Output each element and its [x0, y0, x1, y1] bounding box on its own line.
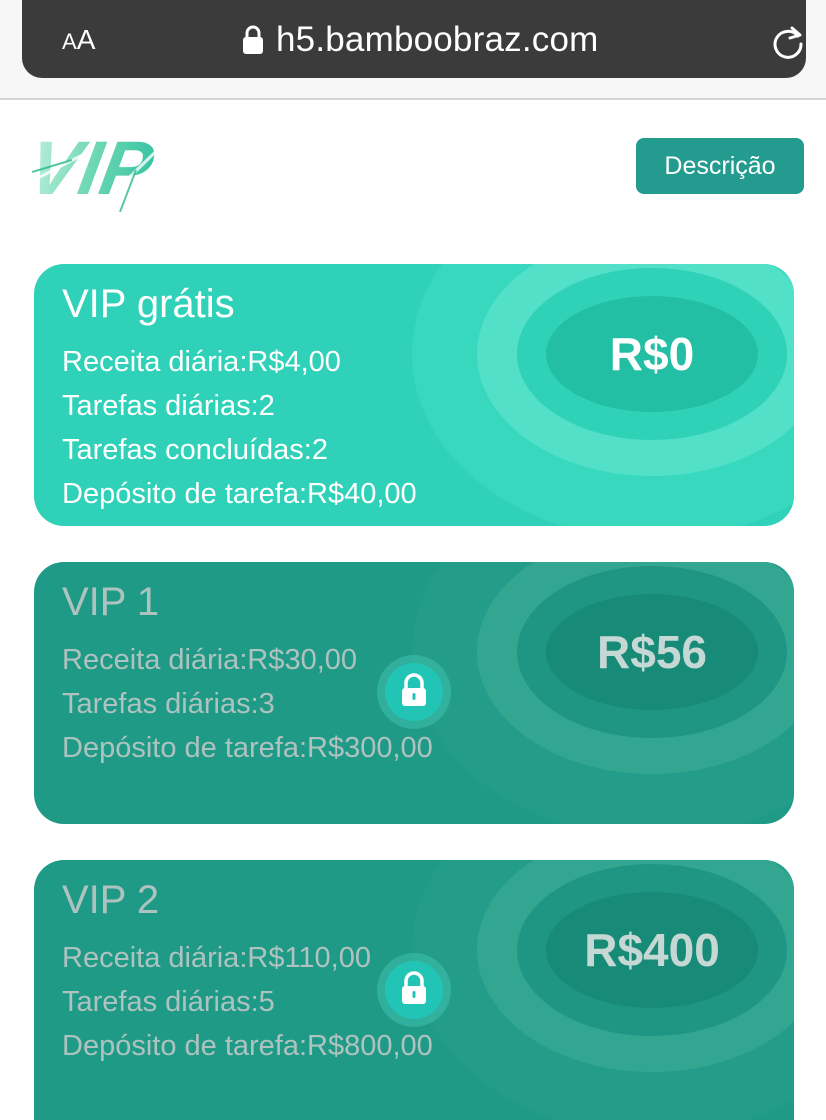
- price-oval: R$0: [546, 296, 758, 412]
- description-button[interactable]: Descrição: [636, 138, 804, 194]
- svg-text:VIP: VIP: [32, 127, 160, 211]
- url-field[interactable]: h5.bamboobraz.com: [242, 16, 598, 64]
- browser-address-bar: AA h5.bamboobraz.com: [0, 0, 826, 100]
- daily-tasks: Tarefas diárias:2: [62, 390, 275, 422]
- task-deposit: Depósito de tarefa:R$40,00: [62, 478, 417, 510]
- vip-card-2[interactable]: R$400 VIP 2 Receita diária:R$110,00 Tare…: [34, 860, 794, 1120]
- price-oval: R$56: [546, 594, 758, 710]
- reload-icon[interactable]: [768, 22, 808, 62]
- daily-income: Receita diária:R$4,00: [62, 346, 341, 378]
- url-pill[interactable]: AA h5.bamboobraz.com: [22, 0, 806, 78]
- lock-icon: [243, 25, 263, 54]
- card-title: VIP grátis: [62, 282, 235, 326]
- vip-card-1[interactable]: R$56 VIP 1 Receita diária:R$30,00 Tarefa…: [34, 562, 794, 824]
- lock-icon: [377, 953, 451, 1027]
- card-title: VIP 1: [62, 580, 160, 624]
- vip-logo: VIP: [32, 124, 209, 212]
- text-size-button[interactable]: AA: [62, 22, 122, 58]
- price-oval: R$400: [546, 892, 758, 1008]
- vip-card-free[interactable]: R$0 VIP grátis Receita diária:R$4,00 Tar…: [34, 264, 794, 526]
- completed-tasks: Tarefas concluídas:2: [62, 434, 328, 466]
- url-text: h5.bamboobraz.com: [276, 20, 599, 59]
- page: AA h5.bamboobraz.com VIP Descrição R$0 V…: [0, 0, 826, 1120]
- task-deposit: Depósito de tarefa:R$300,00: [62, 732, 433, 764]
- lock-icon: [377, 655, 451, 729]
- card-title: VIP 2: [62, 878, 160, 922]
- task-deposit: Depósito de tarefa:R$800,00: [62, 1030, 433, 1062]
- card-details: Receita diária:R$4,00 Tarefas diárias:2 …: [62, 340, 417, 516]
